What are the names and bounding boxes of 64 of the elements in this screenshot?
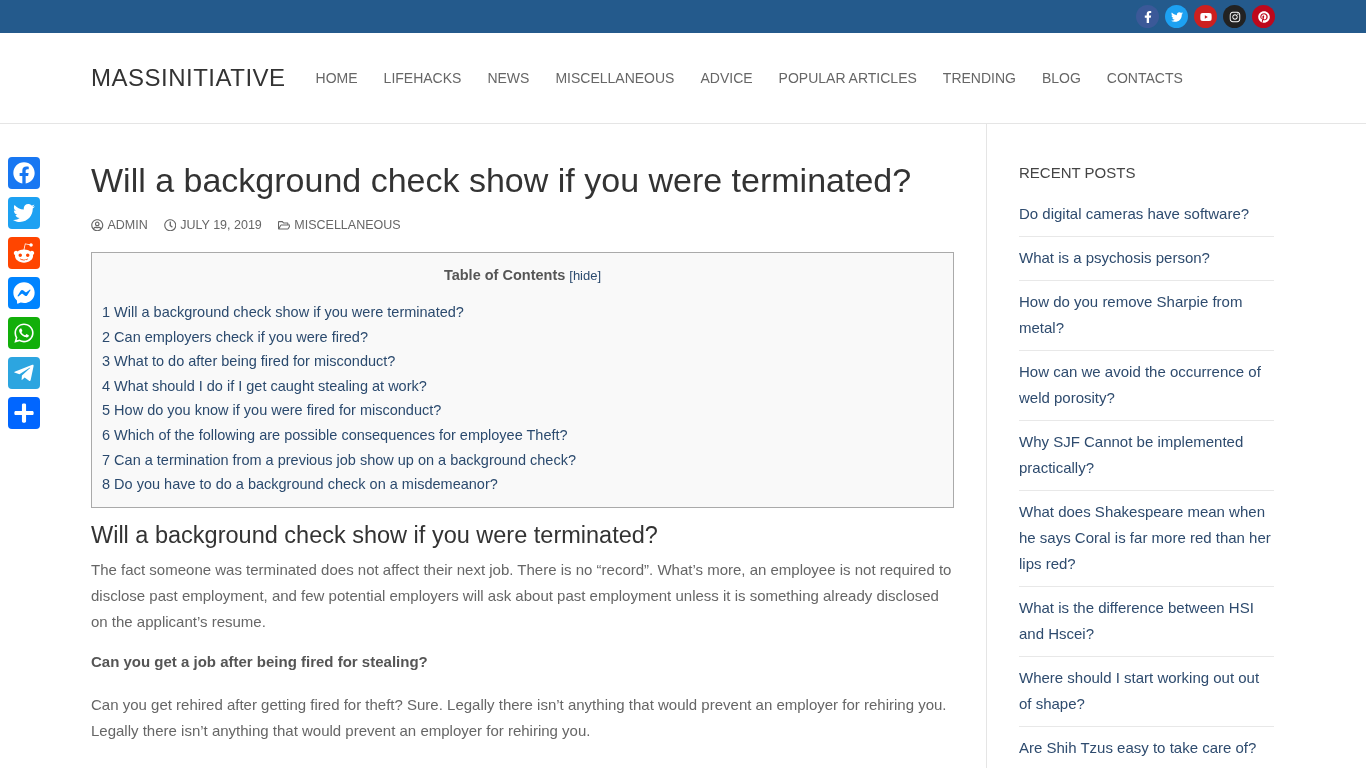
meta-text[interactable]: ADMIN <box>107 218 148 232</box>
recent-post-link[interactable]: Do digital cameras have software? <box>1019 193 1274 237</box>
nav-link[interactable]: HOME <box>315 70 358 86</box>
nav-link[interactable]: NEWS <box>487 70 530 86</box>
recent-post-link[interactable]: Where should I start working out out of shape? <box>1019 657 1274 727</box>
folder-icon <box>277 218 291 232</box>
plus-icon <box>13 402 35 424</box>
meta-text[interactable]: MISCELLANEOUS <box>294 218 401 232</box>
paper-plane-icon <box>13 362 35 384</box>
toc-link[interactable]: 6 Which of the following are possible consequences for employee Theft? <box>102 422 943 448</box>
chat-bubble-icon <box>13 282 35 304</box>
nav-link[interactable]: POPULAR ARTICLES <box>778 70 917 86</box>
nav-link[interactable]: ADVICE <box>700 70 753 86</box>
share-button[interactable] <box>8 397 40 429</box>
nav-link[interactable]: LIFEHACKS <box>383 70 462 86</box>
phone-icon <box>13 322 35 344</box>
toc-link[interactable]: 7 Can a termination from a previous job show up on a background check? <box>102 447 943 473</box>
site-logo[interactable]: MASSINITIATIVE <box>91 64 286 92</box>
nav-link[interactable]: BLOG <box>1041 70 1081 86</box>
article-title: Will a background check show if you were terminated? <box>91 160 913 201</box>
share-button[interactable] <box>8 357 40 389</box>
social-button[interactable] <box>1223 5 1246 28</box>
recent-post-link[interactable]: What does Shakespeare mean when he says Coral is far more red than her lips red? <box>1019 491 1274 587</box>
share-button[interactable] <box>8 277 40 309</box>
pin-icon <box>1257 10 1270 23</box>
paragraph: The fact someone was terminated does not affect their next job. There is no “record”. What’s more, an employee is not required to disclose past employment, and few potential employers will ask about past employment unless it is something already disclosed on the applicant’s resume. <box>91 559 953 632</box>
social-button[interactable] <box>1165 5 1188 28</box>
toc-title: Table of Contents <box>443 267 566 283</box>
nav-link[interactable]: CONTACTS <box>1106 70 1183 86</box>
social-button[interactable] <box>1252 5 1275 28</box>
toc-link[interactable]: 3 What to do after being fired for misconduct? <box>102 349 943 374</box>
play-button-icon <box>1199 10 1212 23</box>
recent-post-link[interactable]: Are Shih Tzus easy to take care of? <box>1019 727 1274 768</box>
letter-f-icon <box>13 162 35 184</box>
recent-post-link[interactable]: Why SJF Cannot be implemented practically? <box>1019 421 1274 491</box>
recent-post-link[interactable]: How can we avoid the occurrence of weld porosity? <box>1019 351 1274 421</box>
toc-link[interactable]: 1 Will a background check show if you were terminated? <box>102 300 943 325</box>
nav-link[interactable]: TRENDING <box>942 70 1016 86</box>
recent-post-link[interactable]: What is the difference between HSI and Hscei? <box>1019 587 1274 657</box>
social-button[interactable] <box>1194 5 1217 28</box>
share-button[interactable] <box>8 197 40 229</box>
recent-post-link[interactable]: What is a psychosis person? <box>1019 237 1274 281</box>
user-icon <box>91 218 104 232</box>
nav-link[interactable]: MISCELLANEOUS <box>555 70 675 86</box>
camera-icon <box>1228 10 1241 23</box>
meta-text[interactable]: JULY 19, 2019 <box>180 218 262 232</box>
bird-icon <box>13 202 35 224</box>
share-button[interactable] <box>8 157 40 189</box>
share-button[interactable] <box>8 237 40 269</box>
clock-icon <box>163 218 177 232</box>
paragraph: Can you get rehired after getting fired for theft? Sure. Legally there isn’t anything that would prevent an employer for rehiring you. Legally there isn’t anything that would prevent an employer for rehiring you. <box>91 694 948 741</box>
bird-icon <box>1170 10 1183 23</box>
toc-toggle[interactable]: [hide] <box>569 268 602 283</box>
question-text: Can you get a job after being fired for stealing? <box>91 652 429 670</box>
sidebar-title: RECENT POSTS <box>1019 164 1137 181</box>
toc-link[interactable]: 8 Do you have to do a background check on a misdemeanor? <box>102 472 943 497</box>
toc-link[interactable]: 5 How do you know if you were fired for misconduct? <box>102 398 943 423</box>
share-button[interactable] <box>8 317 40 349</box>
section-heading: Will a background check show if you were terminated? <box>91 521 659 549</box>
toc-link[interactable]: 2 Can employers check if you were fired? <box>102 324 943 350</box>
alien-icon <box>13 242 35 264</box>
social-button[interactable] <box>1136 5 1159 28</box>
toc-link[interactable]: 4 What should I do if I get caught stealing at work? <box>102 373 943 399</box>
recent-post-link[interactable]: How do you remove Sharpie from metal? <box>1019 281 1274 351</box>
